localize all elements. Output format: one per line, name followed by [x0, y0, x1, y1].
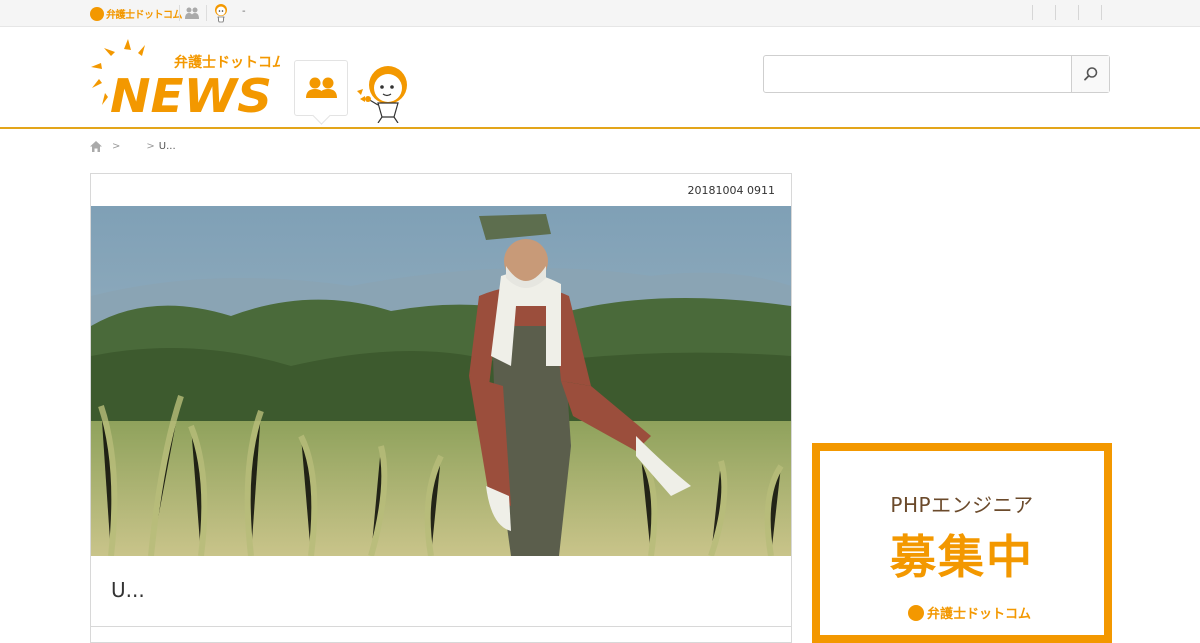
people-icon	[306, 77, 337, 98]
divider	[1032, 5, 1033, 20]
ad-logo-text: 弁護士ドットコム	[927, 607, 1032, 622]
divider	[206, 5, 207, 21]
divider	[91, 626, 791, 627]
ad-line2: 募集中	[890, 530, 1034, 584]
article-card: 20181004 0911 U...	[90, 173, 792, 643]
divider	[1078, 5, 1079, 20]
article-hero-image	[91, 206, 791, 556]
mascot-icon[interactable]	[354, 65, 414, 123]
divider	[179, 5, 180, 21]
breadcrumb-separator: >	[146, 140, 155, 152]
home-icon[interactable]	[90, 140, 102, 152]
site-logo[interactable]: 弁護士ドットコム NEWS	[90, 39, 280, 119]
logo-main-text: NEWS	[110, 69, 272, 119]
sun-icon	[908, 604, 924, 621]
ad-line1: PHPエンジニア	[890, 493, 1034, 517]
search-button[interactable]	[1071, 56, 1109, 92]
recruit-ad-banner[interactable]: PHPエンジニア 募集中 弁護士ドットコム	[812, 443, 1112, 643]
site-header: 弁護士ドットコム NEWS	[0, 27, 1200, 129]
breadcrumb-separator: >	[112, 140, 121, 152]
mini-logo-text: 弁護士ドットコム	[106, 10, 183, 21]
divider	[1101, 5, 1102, 20]
top-utility-bar: 弁護士ドットコム -	[0, 0, 1200, 27]
search-input[interactable]	[764, 56, 1071, 92]
mascot-icon[interactable]	[212, 3, 230, 23]
search-box	[763, 55, 1110, 93]
people-icon[interactable]	[184, 7, 200, 19]
mini-logo[interactable]: 弁護士ドットコム	[90, 3, 183, 24]
article-date: 20181004 0911	[687, 184, 775, 197]
breadcrumb: > > U...	[90, 138, 176, 154]
sun-icon	[90, 6, 104, 21]
topbar-right-links	[1032, 5, 1102, 20]
people-button[interactable]	[294, 60, 348, 116]
article-title[interactable]: U...	[111, 578, 145, 602]
divider	[1055, 5, 1056, 20]
search-icon	[1083, 67, 1097, 81]
topbar-dash: -	[242, 6, 246, 17]
breadcrumb-current: U...	[158, 140, 176, 152]
ad-logo: 弁護士ドットコム	[908, 603, 1031, 622]
